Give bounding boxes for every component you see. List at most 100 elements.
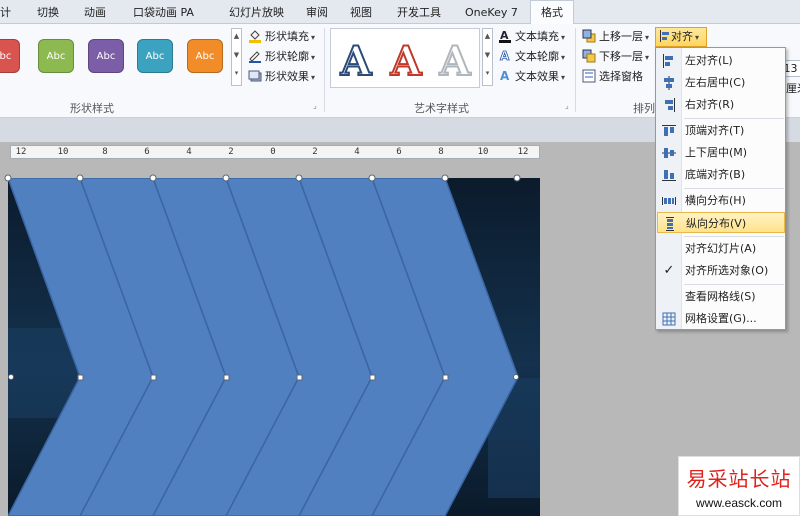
bring-forward-button[interactable]: 上移一层 ▾ xyxy=(582,28,649,46)
text-effects-icon: A xyxy=(498,69,512,83)
distribute-horizontal-icon xyxy=(662,194,676,208)
align-top-icon xyxy=(662,124,676,138)
pencil-icon xyxy=(248,49,262,63)
chevron-down-icon: ▾ xyxy=(311,73,316,82)
align-bottom-icon xyxy=(662,168,676,182)
menu-item-align-to-slide[interactable]: 对齐幻灯片(A) xyxy=(657,238,785,259)
wordart-style-outline-blue[interactable]: A xyxy=(332,37,380,86)
tab-animations[interactable]: 动画 xyxy=(84,4,106,24)
shape-style-teal[interactable]: Abc xyxy=(137,39,173,73)
wordart-style-outline-gray[interactable]: A xyxy=(431,37,479,86)
menu-item-align-center[interactable]: 左右居中(C) xyxy=(657,72,785,93)
align-left-icon xyxy=(662,54,676,68)
chevron-down-icon: ▾ xyxy=(645,53,650,62)
send-backward-icon xyxy=(582,49,596,63)
text-fill-icon: A xyxy=(498,29,512,43)
send-backward-button[interactable]: 下移一层 ▾ xyxy=(582,48,649,66)
tab-view[interactable]: 视图 xyxy=(350,4,372,24)
chevron-down-icon: ▾ xyxy=(561,33,566,42)
align-button[interactable]: 对齐 ▾ xyxy=(655,27,707,47)
menu-item-align-selected-objects[interactable]: ✓ 对齐所选对象(O) xyxy=(657,260,785,281)
menu-item-align-top[interactable]: 顶端对齐(T) xyxy=(657,120,785,141)
wordart-style-outline-red[interactable]: A xyxy=(382,37,430,86)
chevron-down-icon: ▾ xyxy=(311,33,316,42)
text-outline-button[interactable]: A 文本轮廓 ▾ xyxy=(498,48,565,66)
check-icon: ✓ xyxy=(663,263,675,278)
shape-style-green[interactable]: Abc xyxy=(38,39,74,73)
tab-pocket-animation[interactable]: 口袋动画 PA xyxy=(133,4,194,24)
menu-separator xyxy=(684,188,784,189)
chevron-down-icon: ▾ xyxy=(311,53,316,62)
shape-style-gallery-scroll[interactable]: ▲ ▼ ▾ xyxy=(231,28,242,86)
chevron-down-icon: ▾ xyxy=(695,33,700,42)
align-icon xyxy=(659,30,671,42)
scroll-up-icon[interactable]: ▲ xyxy=(232,29,241,48)
menu-separator xyxy=(684,118,784,119)
slide-canvas[interactable] xyxy=(8,178,540,516)
text-effects-button[interactable]: A 文本效果 ▾ xyxy=(498,68,565,86)
group-label-wordart-styles: 艺术字样式 xyxy=(414,102,469,115)
paint-bucket-icon xyxy=(248,29,262,43)
watermark-title: 易采站长站 xyxy=(686,467,792,491)
shape-effects-button[interactable]: 形状效果 ▾ xyxy=(248,68,315,86)
gallery-more-icon[interactable]: ▾ xyxy=(232,66,241,85)
dialog-launcher-icon[interactable]: ⌟ xyxy=(313,101,317,110)
tab-transitions[interactable]: 切换 xyxy=(37,4,59,24)
shape-style-purple[interactable]: Abc xyxy=(88,39,124,73)
shape-effects-icon xyxy=(248,69,262,83)
tab-onekey[interactable]: OneKey 7 xyxy=(465,4,518,24)
menu-separator xyxy=(684,236,784,237)
distribute-vertical-icon xyxy=(663,217,677,231)
align-dropdown-menu: 左对齐(L) 左右居中(C) 右对齐(R) 顶端对齐(T) 上下居中(M) 底端… xyxy=(655,47,786,330)
grid-icon xyxy=(662,312,676,326)
watermark-logo: 易采站长站 www.easck.com xyxy=(678,456,800,516)
align-center-icon xyxy=(662,76,676,90)
shape-fill-button[interactable]: 形状填充 ▾ xyxy=(248,28,315,46)
dialog-launcher-icon[interactable]: ⌟ xyxy=(565,101,569,110)
tab-review[interactable]: 审阅 xyxy=(306,4,328,24)
horizontal-ruler: 12 10 8 6 4 2 0 2 4 6 8 10 12 xyxy=(10,145,540,159)
tab-format[interactable]: 格式 xyxy=(530,0,574,25)
watermark-url: www.easck.com xyxy=(695,496,783,510)
text-fill-button[interactable]: A 文本填充 ▾ xyxy=(498,28,565,46)
text-outline-icon: A xyxy=(498,49,512,64)
menu-item-view-gridlines[interactable]: 查看网格线(S) xyxy=(657,286,785,307)
shape-width-input[interactable]: 厘米 xyxy=(786,80,800,98)
chevron-down-icon: ▾ xyxy=(645,33,650,42)
svg-text:A: A xyxy=(500,69,510,83)
bring-forward-icon xyxy=(582,29,596,43)
shape-outline-button[interactable]: 形状轮廓 ▾ xyxy=(248,48,315,66)
ribbon-tab-bar: 计 切换 动画 口袋动画 PA 幻灯片放映 审阅 视图 开发工具 OneKey … xyxy=(0,0,800,25)
menu-item-distribute-horizontally[interactable]: 横向分布(H) xyxy=(657,190,785,211)
chevron-down-icon: ▾ xyxy=(561,73,566,82)
menu-item-align-right[interactable]: 右对齐(R) xyxy=(657,94,785,115)
scroll-up-icon[interactable]: ▲ xyxy=(483,29,492,48)
gallery-more-icon[interactable]: ▾ xyxy=(483,66,492,85)
group-label-arrange: 排列 xyxy=(633,102,655,115)
scroll-down-icon[interactable]: ▼ xyxy=(483,48,492,67)
top-selection-handles[interactable] xyxy=(0,170,540,186)
chevron-shapes[interactable] xyxy=(8,178,540,516)
align-right-icon xyxy=(662,98,676,112)
group-label-shape-styles: 形状样式 xyxy=(70,102,114,115)
selection-pane-button[interactable]: 选择窗格 xyxy=(582,68,643,86)
tab-slideshow[interactable]: 幻灯片放映 xyxy=(229,4,284,24)
menu-item-align-middle[interactable]: 上下居中(M) xyxy=(657,142,785,163)
align-middle-icon xyxy=(662,146,676,160)
selection-pane-icon xyxy=(582,69,596,83)
tab-design[interactable]: 计 xyxy=(0,4,11,24)
menu-item-align-bottom[interactable]: 底端对齐(B) xyxy=(657,164,785,185)
shape-style-orange[interactable]: Abc xyxy=(187,39,223,73)
svg-text:A: A xyxy=(500,49,510,63)
shape-style-red[interactable]: Abc xyxy=(0,39,20,73)
tab-developer[interactable]: 开发工具 xyxy=(397,4,441,24)
chevron-down-icon: ▾ xyxy=(561,53,566,62)
menu-item-distribute-vertically[interactable]: 纵向分布(V) xyxy=(657,212,785,233)
group-divider xyxy=(575,28,576,112)
menu-item-align-left[interactable]: 左对齐(L) xyxy=(657,50,785,71)
group-divider xyxy=(324,28,325,112)
scroll-down-icon[interactable]: ▼ xyxy=(232,48,241,67)
wordart-gallery-scroll[interactable]: ▲ ▼ ▾ xyxy=(482,28,493,86)
menu-item-grid-settings[interactable]: 网格设置(G)... xyxy=(657,308,785,329)
menu-separator xyxy=(684,284,784,285)
